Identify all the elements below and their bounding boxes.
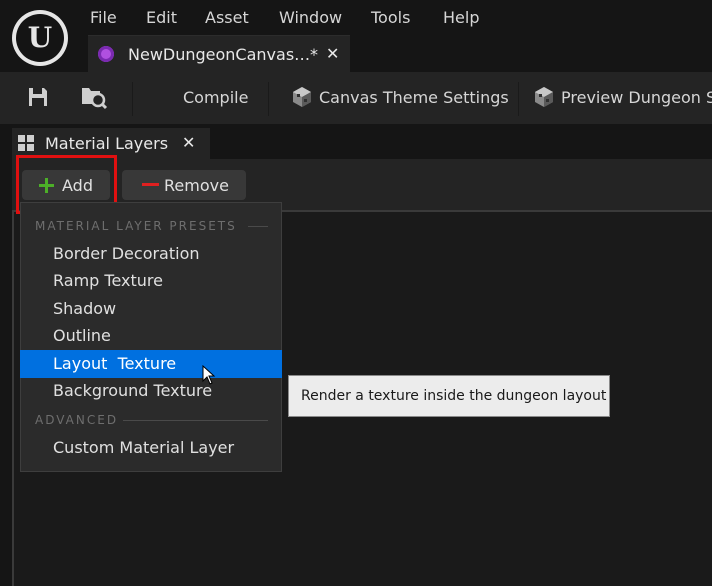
mouse-cursor-icon: [202, 365, 216, 385]
preset-item[interactable]: Background Texture: [20, 377, 282, 405]
minus-icon: [142, 183, 159, 186]
advanced-section-title: ADVANCED: [35, 413, 119, 427]
remove-button-label: Remove: [164, 176, 229, 195]
material-asset-icon: [98, 46, 114, 62]
menu-help[interactable]: Help: [443, 8, 479, 28]
item-tooltip: Render a texture inside the dungeon layo…: [288, 375, 610, 417]
presets-section-title: MATERIAL LAYER PRESETS: [35, 219, 237, 233]
panel-grid-icon: [18, 135, 34, 151]
unsaved-marker: *: [310, 45, 318, 64]
preset-item[interactable]: Border Decoration: [20, 240, 282, 268]
remove-button[interactable]: Remove: [122, 170, 246, 200]
document-tab-label: NewDungeonCanvas…: [128, 45, 311, 64]
close-tab-icon[interactable]: ✕: [326, 44, 339, 63]
menu-window[interactable]: Window: [279, 8, 342, 28]
browse-asset-icon[interactable]: [80, 84, 108, 110]
preview-dungeon-icon: [535, 87, 553, 107]
menu-asset[interactable]: Asset: [205, 8, 249, 28]
document-tab[interactable]: NewDungeonCanvas… * ✕: [88, 35, 350, 73]
advanced-item[interactable]: Custom Material Layer: [20, 434, 282, 462]
menu-file[interactable]: File: [90, 8, 117, 28]
compile-button[interactable]: Compile: [183, 88, 248, 107]
save-icon[interactable]: [27, 86, 49, 108]
toolbar-separator: [268, 82, 269, 116]
preview-dungeon-button[interactable]: Preview Dungeon S: [561, 88, 712, 107]
preset-item[interactable]: Shadow: [20, 295, 282, 323]
canvas-theme-settings-button[interactable]: Canvas Theme Settings: [319, 88, 509, 107]
toolbar-separator: [132, 82, 133, 116]
section-divider: [123, 420, 268, 421]
preset-item[interactable]: Outline: [20, 322, 282, 350]
unreal-logo-icon[interactable]: U: [12, 10, 68, 66]
close-panel-icon[interactable]: ✕: [182, 133, 195, 152]
canvas-theme-icon: [293, 87, 311, 107]
section-divider: [248, 226, 268, 227]
preset-item-selected[interactable]: Layout Texture: [20, 350, 282, 378]
menu-edit[interactable]: Edit: [146, 8, 177, 28]
toolbar-separator: [518, 82, 519, 116]
preset-item[interactable]: Ramp Texture: [20, 267, 282, 295]
menu-tools[interactable]: Tools: [371, 8, 410, 28]
panel-title: Material Layers: [45, 134, 169, 153]
